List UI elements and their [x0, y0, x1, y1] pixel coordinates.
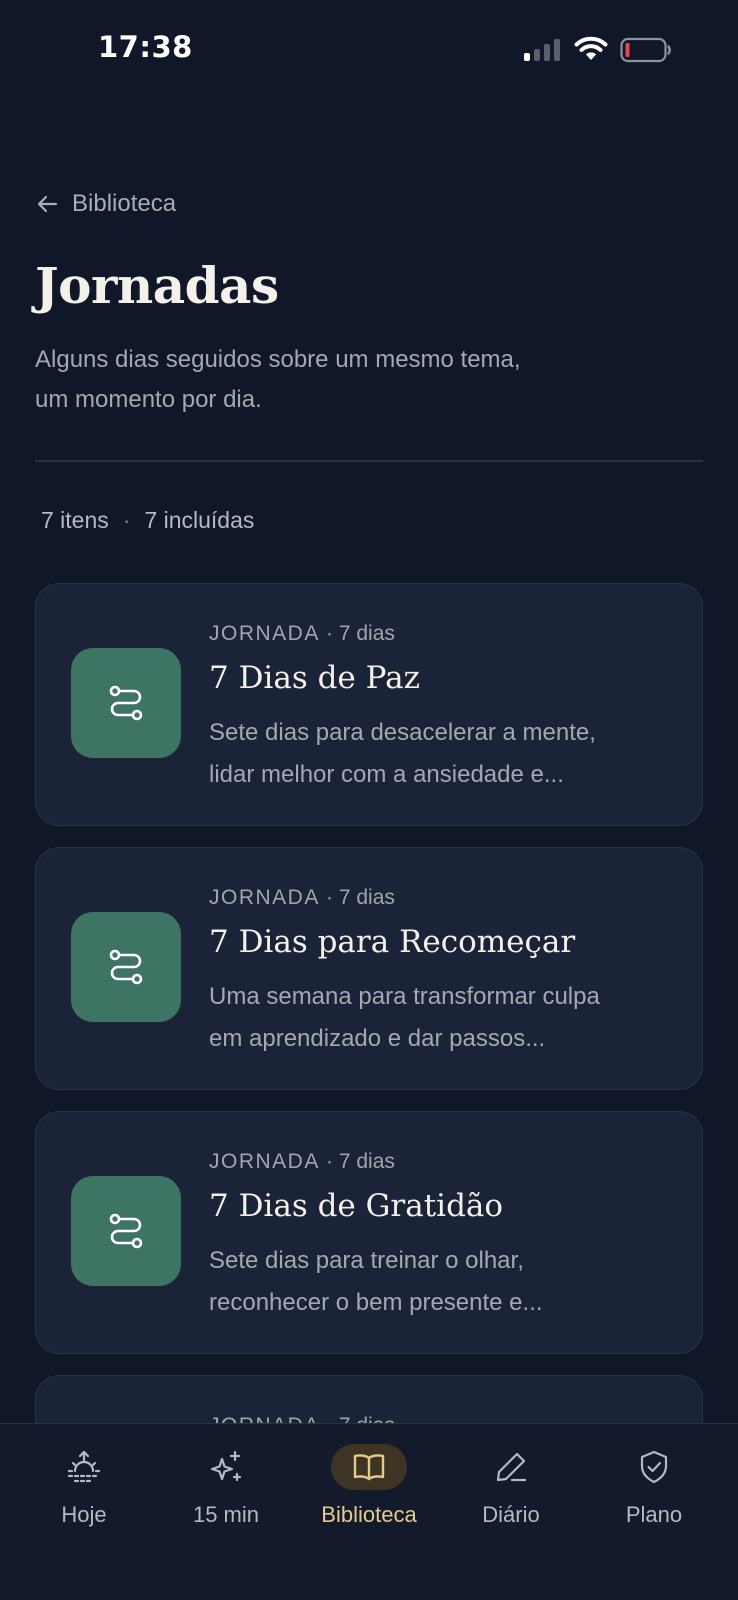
card-description: Sete dias para treinar o olhar, reconhec… — [209, 1240, 669, 1324]
description-line: Uma semana para transformar culpa — [209, 983, 600, 1010]
journey-thumbnail — [71, 648, 181, 758]
card-meta: JORNADA · 7 dias — [209, 622, 395, 646]
bottom-nav: Hoje 15 min Biblioteca Diário Plano — [0, 1423, 738, 1600]
divider — [35, 460, 703, 462]
back-button[interactable]: Biblioteca — [36, 186, 176, 222]
open-book-icon — [353, 1454, 385, 1481]
card-title: 7 Dias para Recomeçar — [209, 924, 576, 960]
nav-label: Biblioteca — [321, 1502, 417, 1527]
nav-item-hoje[interactable]: Hoje — [13, 1444, 155, 1544]
journey-card[interactable]: JORNADA · 7 dias 7 Dias para Recomeçar U… — [35, 847, 703, 1090]
nav-item-plano[interactable]: Plano — [583, 1444, 725, 1544]
arrow-left-icon — [37, 195, 58, 213]
card-kind: JORNADA — [209, 886, 319, 909]
included-count-label: 7 incluídas — [144, 507, 255, 533]
card-duration: · 7 dias — [326, 1150, 395, 1173]
card-kind: JORNADA — [209, 622, 319, 645]
nav-label: Diário — [482, 1502, 540, 1527]
status-bar: 17:38 — [0, 0, 738, 100]
card-meta: JORNADA · 7 dias — [209, 886, 395, 910]
route-icon — [109, 685, 143, 721]
wifi-icon — [574, 36, 608, 60]
nav-label: 15 min — [192, 1502, 260, 1527]
signal-icon — [524, 39, 560, 61]
subtitle-line: Alguns dias seguidos sobre um mesmo tema… — [35, 346, 521, 373]
screen: 17:38 Biblioteca Jornadas Alguns dias se… — [0, 0, 738, 1600]
nav-label: Hoje — [61, 1502, 107, 1527]
back-label: Biblioteca — [72, 190, 177, 217]
nav-item-biblioteca[interactable]: Biblioteca — [298, 1444, 440, 1544]
description-line: reconhecer o bem presente e... — [209, 1289, 543, 1316]
description-line: Sete dias para treinar o olhar, — [209, 1247, 524, 1274]
card-duration: · 7 dias — [326, 886, 395, 909]
card-duration: · 7 dias — [326, 622, 395, 645]
journey-card[interactable]: JORNADA · 7 dias 7 Dias de Gratidão Sete… — [35, 1111, 703, 1354]
route-icon — [109, 1213, 143, 1249]
sparkles-icon — [210, 1450, 242, 1482]
battery-low-icon — [620, 37, 671, 63]
pen-icon — [496, 1452, 527, 1482]
description-line: lidar melhor com a ansiedade e... — [209, 761, 564, 788]
nav-item-15-min[interactable]: 15 min — [155, 1444, 297, 1544]
items-count-label: 7 itens — [41, 507, 109, 533]
journey-thumbnail — [71, 1176, 181, 1286]
nav-label: Plano — [625, 1502, 683, 1527]
card-meta: JORNADA · 7 dias — [209, 1150, 395, 1174]
separator-dot: · — [122, 507, 131, 533]
page-subtitle: Alguns dias seguidos sobre um mesmo tema… — [35, 340, 635, 420]
card-title: 7 Dias de Gratidão — [209, 1188, 504, 1224]
page-title: Jornadas — [35, 256, 279, 315]
description-line: Sete dias para desacelerar a mente, — [209, 719, 596, 746]
card-kind: JORNADA — [209, 1150, 319, 1173]
shield-check-icon — [640, 1450, 668, 1484]
route-icon — [109, 949, 143, 985]
card-title: 7 Dias de Paz — [209, 660, 420, 696]
description-line: em aprendizado e dar passos... — [209, 1025, 546, 1052]
card-description: Uma semana para transformar culpa em apr… — [209, 976, 669, 1060]
status-time: 17:38 — [98, 30, 193, 64]
journey-thumbnail — [71, 912, 181, 1022]
card-description: Sete dias para desacelerar a mente, lida… — [209, 712, 669, 796]
subtitle-line: um momento por dia. — [35, 386, 262, 413]
nav-item-diario[interactable]: Diário — [440, 1444, 582, 1544]
item-count: 7 itens · 7 incluídas — [41, 507, 254, 534]
journey-card[interactable]: JORNADA · 7 dias 7 Dias de Paz Sete dias… — [35, 583, 703, 826]
sunrise-icon — [67, 1450, 101, 1483]
